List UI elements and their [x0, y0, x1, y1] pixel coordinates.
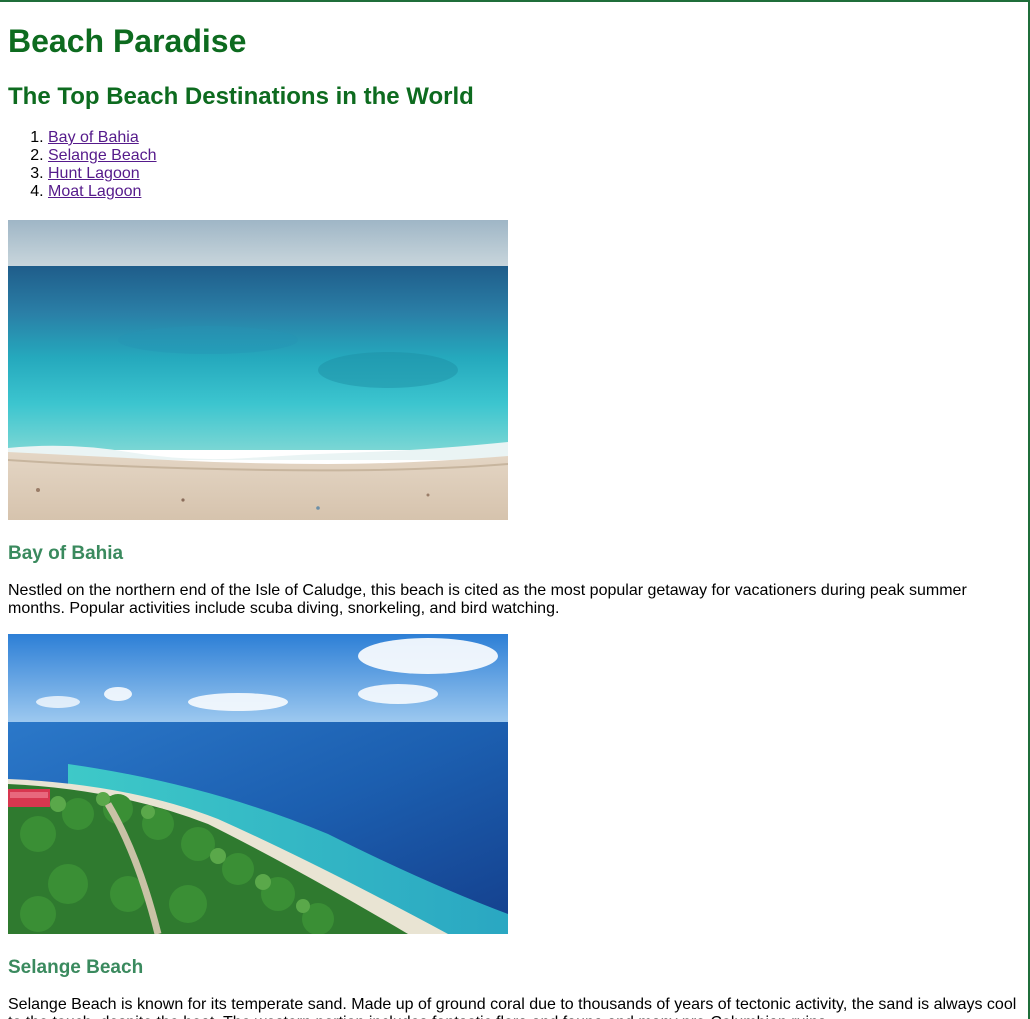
destinations-list: Bay of Bahia Selange Beach Hunt Lagoon M… [8, 129, 157, 201]
link-hunt-lagoon[interactable]: Hunt Lagoon [48, 165, 140, 182]
list-item: Moat Lagoon [48, 183, 157, 201]
link-bay-of-bahia[interactable]: Bay of Bahia [48, 129, 139, 146]
page-subtitle: The Top Beach Destinations in the World [8, 83, 474, 110]
bay-of-bahia-photo [8, 220, 508, 520]
section-heading-bay-of-bahia: Bay of Bahia [8, 543, 124, 564]
list-item: Selange Beach [48, 147, 157, 165]
bay-of-bahia-description: Nestled on the northern end of the Isle … [8, 582, 967, 617]
selange-beach-photo [8, 634, 508, 934]
section-heading-selange-beach: Selange Beach [8, 957, 144, 978]
link-moat-lagoon[interactable]: Moat Lagoon [48, 183, 141, 200]
selange-beach-description: Selange Beach is known for its temperate… [8, 996, 1017, 1019]
list-item: Bay of Bahia [48, 129, 157, 147]
list-item: Hunt Lagoon [48, 165, 157, 183]
link-selange-beach[interactable]: Selange Beach [48, 147, 157, 164]
page-title: Beach Paradise [8, 23, 247, 59]
